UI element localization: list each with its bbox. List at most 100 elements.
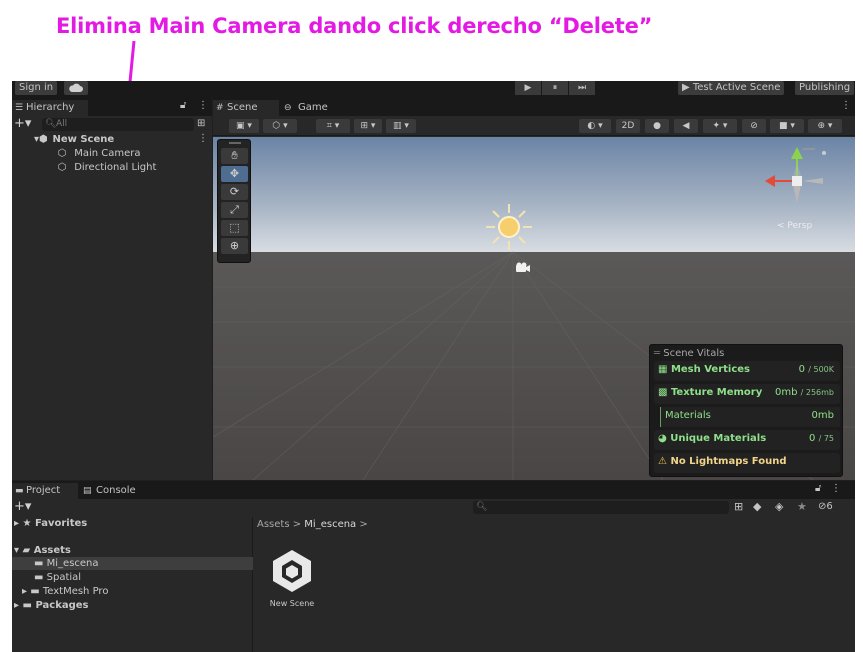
filter-type-icon[interactable]: ⊞ [734, 500, 743, 513]
project-panel: ▬ Project ▤ Console 🔓︎ ⋮ +▾ 🔍︎ ⊞ ◆ ◈ ★ ⊘… [12, 481, 855, 652]
tag-icon[interactable]: ◈ [775, 500, 783, 513]
add-icon[interactable]: +▾ [14, 116, 31, 132]
play-button[interactable]: ▶ [515, 81, 541, 95]
rect-tool-button[interactable]: ⬚ [221, 220, 248, 236]
tab-console[interactable]: ▤ Console [80, 483, 150, 499]
project-search-row: +▾ 🔍︎ ⊞ ◆ ◈ ★ ⊘6 [12, 499, 855, 517]
rotate-tool-button[interactable]: ⟳ [221, 184, 248, 200]
vitals-row-label: ⚠ No Lightmaps Found [658, 456, 786, 467]
search-icon: 🔍︎ [45, 119, 57, 129]
star-icon[interactable]: ★ [797, 500, 807, 513]
scene-panel: # Scene ⊖ Game ⋮ ▣ ▾ ⬡ ▾ ⌗ ▾ ⊞ ▾ ▥ ▾ ◐ ▾… [213, 98, 855, 480]
tab-game[interactable]: ⊖ Game [281, 100, 341, 116]
tab-hierarchy[interactable]: ☰ Hierarchy [12, 100, 88, 116]
audio-toggle[interactable]: ◀ [674, 119, 698, 133]
tree-item-main-camera[interactable]: ⬡ Main Camera [56, 147, 141, 161]
packages-folder[interactable]: ▸ ▬ Packages [14, 599, 88, 612]
cube-icon: ⬡ [57, 148, 67, 159]
more-icon[interactable]: ⋮ [198, 100, 208, 111]
assets-label: Assets [33, 545, 71, 556]
grid-snap-dropdown[interactable]: ⌗ ▾ [316, 119, 350, 133]
lighting-toggle[interactable]: ● [645, 119, 669, 133]
tree-item-directional-light[interactable]: ⬡ Directional Light [56, 161, 157, 175]
folder-spatial[interactable]: ▬ Spatial [34, 571, 81, 584]
breadcrumb-mi-escena[interactable]: Mi_escena [304, 519, 356, 530]
toggle-2d-button[interactable]: 2D [616, 119, 640, 133]
vitals-label-text: Materials [665, 410, 711, 421]
drag-handle[interactable] [229, 142, 241, 144]
filter-icon[interactable]: ⊞ [197, 118, 205, 129]
move-tool-button[interactable]: ✥ [221, 166, 248, 182]
rotate-icon: ⟳ [229, 185, 240, 198]
hand-tool-button[interactable]: ✋︎ [221, 148, 248, 164]
gizmos-dropdown[interactable]: ⊕ ▾ [808, 119, 842, 133]
cloud-button[interactable] [64, 81, 88, 95]
more-icon[interactable]: ⋮ [841, 100, 851, 111]
draw-mode-dropdown[interactable]: ▣ ▾ [229, 119, 259, 133]
pause-button[interactable]: ⏸ [542, 81, 568, 95]
folder-icon: ▬ [22, 600, 32, 611]
sign-in-label: Sign in [19, 82, 54, 93]
more-icon[interactable]: ⋮ [831, 483, 841, 494]
vitals-label-text: Texture Memory [670, 387, 763, 398]
transform-tool-button[interactable]: ⊕ [221, 238, 248, 254]
vitals-row-value: 0mb [812, 410, 834, 421]
hierarchy-panel: ☰ Hierarchy 🔓︎ ⋮ +▾ 🔍︎ All ⊞ ▾⬢ New Scen… [12, 98, 212, 480]
vitals-row-materials: Materials 0mb [660, 407, 840, 427]
test-active-scene-label: Test Active Scene [692, 82, 781, 93]
vitals-row-texture-memory: ▩ Texture Memory 0mb / 256mb [654, 384, 840, 404]
visibility-toggle[interactable]: ⊘ [742, 119, 766, 133]
perspective-label[interactable]: < Persp [777, 221, 812, 231]
vitals-row-label: ▩ Texture Memory [658, 387, 762, 398]
asset-new-scene[interactable]: New Scene [260, 544, 324, 610]
folder-mi-escena[interactable]: ▬ Mi_escena [12, 557, 253, 570]
lock-icon[interactable]: 🔓︎ [180, 100, 186, 111]
scale-tool-button[interactable]: ⤢ [221, 202, 248, 218]
hidden-packages-button[interactable]: ⊘6 [818, 501, 833, 512]
project-tabbar: ▬ Project ▤ Console 🔓︎ ⋮ [12, 481, 855, 499]
step-button[interactable]: ⏭ [569, 81, 595, 95]
publishing-button[interactable]: Publishing [795, 81, 855, 95]
orientation-gizmo[interactable] [765, 145, 829, 209]
scene-tabbar: # Scene ⊖ Game ⋮ [213, 98, 855, 116]
scene-viewport[interactable]: ✋︎ ✥ ⟳ ⤢ ⬚ ⊕ < Persp ═ Scene Vitals ▦ Me… [213, 137, 855, 480]
grid-dropdown[interactable]: ▥ ▾ [386, 119, 416, 133]
folder-icon: ▬ [30, 586, 40, 597]
playback-controls: ▶ ⏸ ⏭ [515, 81, 595, 95]
hierarchy-search-input[interactable]: 🔍︎ All [42, 118, 194, 131]
scene-vitals-panel: ═ Scene Vitals ▦ Mesh Vertices 0 / 500K … [649, 344, 843, 477]
sphere-icon: ◕ [658, 433, 667, 444]
sun-icon[interactable] [484, 202, 534, 252]
filter-label-icon[interactable]: ◆ [753, 500, 761, 513]
camera-dropdown[interactable]: ■ ▾ [770, 119, 804, 133]
snap-increment-dropdown[interactable]: ⊞ ▾ [354, 119, 382, 133]
unity-scene-icon [273, 550, 311, 592]
lock-icon[interactable]: 🔓︎ [815, 483, 821, 494]
tab-project[interactable]: ▬ Project [12, 483, 78, 499]
project-search-input[interactable]: 🔍︎ [473, 501, 729, 514]
favorites-item[interactable]: ▸ ★ Favorites [14, 517, 87, 530]
tab-scene[interactable]: # Scene [213, 100, 279, 116]
object-mode-dropdown[interactable]: ⬡ ▾ [263, 119, 297, 133]
tree-scene-row[interactable]: ▾⬢ New Scene [34, 133, 114, 147]
sign-in-button[interactable]: Sign in [15, 81, 58, 95]
test-active-scene-button[interactable]: ▶ Test Active Scene [678, 81, 785, 95]
drag-handle-icon[interactable]: ═ [654, 348, 660, 359]
main-toolbar: Sign in ▶ ⏸ ⏭ ▶ Test Active Scene Publis… [12, 81, 855, 98]
favorites-label: Favorites [34, 518, 88, 529]
add-icon[interactable]: +▾ [14, 499, 31, 515]
scene-more-icon[interactable]: ⋮ [198, 133, 208, 144]
breadcrumb-assets[interactable]: Assets [257, 519, 290, 530]
tree-item-label: Directional Light [74, 162, 157, 173]
asset-label: New Scene [269, 599, 315, 608]
tab-project-label: Project [26, 485, 61, 496]
camera-gizmo-icon[interactable] [513, 262, 531, 274]
folder-textmesh-pro[interactable]: ▸ ▬ TextMesh Pro [22, 585, 108, 598]
effects-dropdown[interactable]: ✦ ▾ [703, 119, 737, 133]
unity-scene-icon: ▾⬢ [34, 134, 48, 145]
shading-dropdown[interactable]: ◐ ▾ [579, 119, 611, 133]
scene-toolbar: ▣ ▾ ⬡ ▾ ⌗ ▾ ⊞ ▾ ▥ ▾ ◐ ▾ 2D ● ◀ ✦ ▾ ⊘ ■ ▾… [213, 116, 855, 136]
vitals-value-limit: / 256mb [800, 388, 834, 397]
tool-palette: ✋︎ ✥ ⟳ ⤢ ⬚ ⊕ [217, 139, 251, 263]
assets-folder[interactable]: ▾ ▰ Assets [14, 544, 71, 557]
